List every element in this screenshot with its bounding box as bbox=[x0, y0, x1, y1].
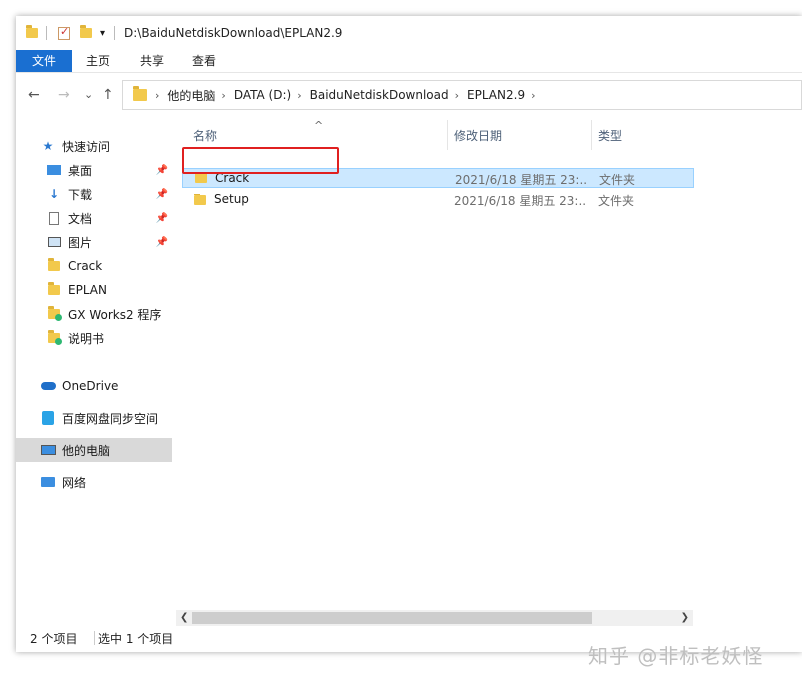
breadcrumb-computer[interactable]: 他的电脑 bbox=[167, 87, 215, 104]
scroll-right-icon[interactable]: ❯ bbox=[681, 610, 689, 626]
explorer-window: ▾ D:\BaiduNetdiskDownload\EPLAN2.9 文件 主页… bbox=[16, 16, 802, 652]
column-divider[interactable] bbox=[447, 120, 448, 150]
folder-icon bbox=[195, 172, 207, 186]
tab-file[interactable]: 文件 bbox=[16, 50, 72, 72]
recent-locations-button[interactable]: ⌄ bbox=[84, 88, 93, 101]
up-button[interactable]: ↑ bbox=[102, 87, 114, 103]
sidebar-item-label: 快速访问 bbox=[62, 139, 111, 154]
folder-icon bbox=[26, 24, 38, 42]
horizontal-scrollbar[interactable]: ❮ ❯ bbox=[176, 610, 693, 626]
sidebar-item-eplan[interactable]: EPLAN bbox=[46, 278, 170, 302]
chevron-right-icon[interactable]: › bbox=[155, 89, 159, 102]
sidebar-item-manual[interactable]: 说明书 bbox=[46, 326, 170, 350]
sidebar-item-label: 图片 bbox=[68, 235, 93, 250]
network-icon bbox=[40, 475, 56, 489]
title-bar: ▾ D:\BaiduNetdiskDownload\EPLAN2.9 bbox=[16, 16, 802, 49]
status-selection: 选中 1 个项目 bbox=[98, 632, 174, 646]
sidebar-item-baidu-sync[interactable]: 百度网盘同步空间 bbox=[40, 406, 170, 430]
sort-indicator[interactable]: ^ bbox=[314, 110, 323, 142]
pin-icon[interactable]: 📌 bbox=[156, 237, 168, 248]
folder-icon bbox=[46, 282, 62, 297]
highlight-box bbox=[182, 147, 339, 174]
pin-icon[interactable]: 📌 bbox=[156, 213, 168, 224]
sidebar-item-network[interactable]: 网络 bbox=[40, 470, 170, 494]
file-type: 文件夹 bbox=[599, 173, 636, 187]
status-item-count: 2 个项目 bbox=[30, 632, 78, 646]
breadcrumb-download[interactable]: BaiduNetdiskDownload bbox=[310, 88, 449, 102]
column-divider[interactable] bbox=[591, 120, 592, 150]
back-button[interactable]: ← bbox=[28, 87, 40, 103]
sidebar-item-label: 说明书 bbox=[68, 331, 105, 346]
sidebar-item-crack[interactable]: Crack bbox=[46, 254, 170, 278]
status-divider bbox=[94, 631, 95, 645]
file-type: 文件夹 bbox=[598, 194, 635, 208]
sidebar-item-gx-works2[interactable]: GX Works2 程序 bbox=[46, 302, 170, 326]
column-header-date[interactable]: 修改日期 bbox=[454, 120, 502, 152]
sidebar-item-label: 桌面 bbox=[68, 163, 93, 178]
forward-button[interactable]: → bbox=[58, 87, 70, 103]
address-bar[interactable]: › 他的电脑 › DATA (D:) › BaiduNetdiskDownloa… bbox=[122, 80, 802, 110]
pin-icon[interactable]: 📌 bbox=[156, 165, 168, 176]
sidebar-item-label: Crack bbox=[68, 259, 103, 273]
tab-share[interactable]: 共享 bbox=[132, 50, 172, 72]
file-date: 2021/6/18 星期五 23:... bbox=[455, 173, 587, 187]
folder-icon bbox=[194, 194, 206, 208]
document-icon bbox=[46, 211, 62, 225]
chevron-right-icon[interactable]: › bbox=[455, 89, 459, 102]
scroll-left-icon[interactable]: ❮ bbox=[180, 610, 188, 626]
chevron-right-icon[interactable]: › bbox=[531, 89, 535, 102]
file-date: 2021/6/18 星期五 23:... bbox=[454, 194, 586, 208]
customize-toolbar-chevron-icon[interactable]: ▾ bbox=[100, 24, 105, 42]
table-row[interactable]: Setup 2021/6/18 星期五 23:... 文件夹 bbox=[182, 190, 694, 210]
breadcrumb-drive[interactable]: DATA (D:) bbox=[234, 88, 291, 102]
sidebar-item-pictures[interactable]: 图片 📌 bbox=[46, 230, 170, 254]
sidebar-item-label: 文档 bbox=[68, 211, 93, 226]
chevron-right-icon[interactable]: › bbox=[221, 89, 225, 102]
sidebar-item-desktop[interactable]: 桌面 📌 bbox=[46, 158, 170, 182]
pin-icon[interactable]: 📌 bbox=[156, 189, 168, 200]
toolbar-separator bbox=[114, 26, 115, 40]
baidu-icon bbox=[40, 411, 56, 425]
sidebar-item-label: 他的电脑 bbox=[62, 443, 111, 458]
sidebar-item-label: 下载 bbox=[68, 187, 93, 202]
folder-sync-icon bbox=[46, 306, 62, 321]
scrollbar-thumb[interactable] bbox=[192, 612, 592, 624]
sidebar-item-label: OneDrive bbox=[62, 379, 119, 393]
column-header-type[interactable]: 类型 bbox=[598, 120, 622, 152]
download-icon: ↓ bbox=[48, 187, 60, 201]
navigation-pane: ★ 快速访问 桌面 📌 ↓ 下载 📌 文档 📌 图片 📌 Crack EPLAN… bbox=[16, 120, 174, 620]
folder-icon bbox=[133, 86, 147, 101]
ribbon: 文件 主页 共享 查看 bbox=[16, 50, 802, 73]
watermark: 知乎 @非标老妖怪 bbox=[588, 644, 764, 668]
sidebar-item-label: EPLAN bbox=[68, 283, 107, 297]
toolbar-separator bbox=[46, 26, 47, 40]
chevron-right-icon[interactable]: › bbox=[297, 89, 301, 102]
sidebar-item-downloads[interactable]: ↓ 下载 📌 bbox=[46, 182, 170, 206]
sidebar-item-label: 百度网盘同步空间 bbox=[62, 411, 159, 426]
cloud-icon bbox=[40, 379, 56, 393]
file-name[interactable]: Setup bbox=[214, 192, 249, 206]
new-folder-icon[interactable] bbox=[80, 24, 92, 42]
sidebar-item-this-pc[interactable]: 他的电脑 bbox=[16, 438, 172, 462]
breadcrumb-eplan[interactable]: EPLAN2.9 bbox=[467, 88, 525, 102]
file-list: ^ 名称 修改日期 类型 Crack 2021/6/18 星期五 23:... … bbox=[176, 119, 696, 628]
folder-icon bbox=[46, 258, 62, 273]
picture-icon bbox=[46, 235, 62, 249]
sidebar-item-documents[interactable]: 文档 📌 bbox=[46, 206, 170, 230]
sidebar-item-label: GX Works2 程序 bbox=[68, 307, 162, 322]
tab-home[interactable]: 主页 bbox=[78, 50, 118, 72]
sidebar-item-quick-access[interactable]: ★ 快速访问 bbox=[40, 134, 170, 158]
address-row: ← → ⌄ ↑ › 他的电脑 › DATA (D:) › BaiduNetdis… bbox=[16, 80, 802, 112]
tab-view[interactable]: 查看 bbox=[184, 50, 224, 72]
desktop-icon bbox=[46, 163, 62, 177]
properties-icon[interactable] bbox=[58, 24, 70, 42]
sidebar-item-onedrive[interactable]: OneDrive bbox=[40, 374, 170, 398]
star-icon: ★ bbox=[42, 139, 54, 153]
computer-icon bbox=[40, 443, 56, 457]
folder-sync-icon bbox=[46, 330, 62, 345]
sidebar-item-label: 网络 bbox=[62, 475, 87, 490]
window-title: D:\BaiduNetdiskDownload\EPLAN2.9 bbox=[124, 26, 343, 40]
